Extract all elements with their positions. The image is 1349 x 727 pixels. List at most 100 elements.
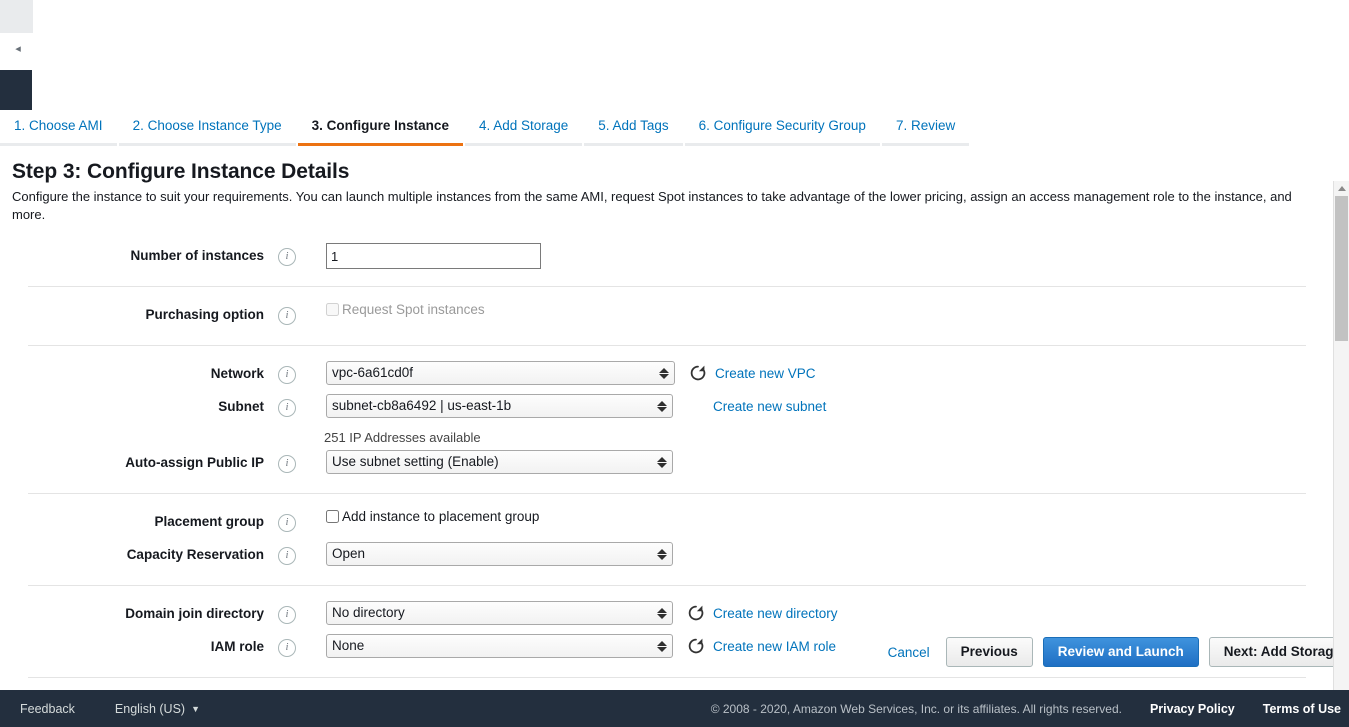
label-domain-join-directory: Domain join directory	[125, 606, 264, 621]
chevron-updown-icon	[656, 543, 667, 565]
subnet-helper-row: 251 IP Addresses available	[28, 427, 1306, 445]
privacy-policy-link[interactable]: Privacy Policy	[1150, 702, 1235, 716]
sidebar-collapse-icon[interactable]: ◂	[10, 41, 26, 57]
create-new-directory-link[interactable]: Create new directory	[713, 606, 838, 621]
label-placement-group: Placement group	[154, 514, 264, 529]
form-group-instances: Number of instances i	[28, 228, 1306, 287]
info-icon-purchasing-option[interactable]: i	[278, 307, 296, 325]
control-iam-role: None Create new IAM role	[326, 634, 836, 658]
domain-join-directory-select[interactable]: No directory	[326, 601, 673, 625]
iam-role-value: None	[332, 638, 365, 653]
domain-join-directory-value: No directory	[332, 605, 405, 620]
refresh-icon-domain-join-directory[interactable]	[687, 604, 705, 622]
iam-role-select[interactable]: None	[326, 634, 673, 658]
wizard-action-bar: Cancel Previous Review and Launch Next: …	[888, 637, 1349, 667]
tab-choose-instance-type[interactable]: 2. Choose Instance Type	[118, 118, 296, 146]
add-to-placement-group-label: Add instance to placement group	[342, 509, 540, 524]
scrollbar-thumb[interactable]	[1335, 196, 1348, 341]
field-auto-assign-public-ip: Auto-assign Public IP i Use subnet setti…	[28, 450, 1306, 478]
chevron-updown-icon	[656, 451, 667, 473]
label-auto-assign-public-ip: Auto-assign Public IP	[125, 455, 264, 470]
chevron-updown-icon	[656, 635, 667, 657]
scrollbar-up-arrow-icon[interactable]	[1334, 181, 1349, 195]
request-spot-instances-checkbox[interactable]	[326, 303, 339, 316]
field-placement-group: Placement group i Add instance to placem…	[28, 509, 1306, 537]
refresh-icon-iam-role[interactable]	[687, 637, 705, 655]
subnet-select-value: subnet-cb8a6492 | us-east-1b	[332, 398, 512, 413]
label-purchasing-option: Purchasing option	[145, 307, 264, 322]
wizard-tabbar: 1. Choose AMI 2. Choose Instance Type 3.…	[0, 118, 1349, 148]
subnet-ip-availability-text: 251 IP Addresses available	[324, 430, 481, 445]
page-description: Configure the instance to suit your requ…	[12, 189, 1292, 222]
add-to-placement-group-checkbox-wrapper[interactable]: Add instance to placement group	[326, 509, 539, 524]
create-new-vpc-link[interactable]: Create new VPC	[715, 366, 816, 381]
subnet-select[interactable]: subnet-cb8a6492 | us-east-1b	[326, 394, 673, 418]
network-select-value: vpc-6a61cd0f	[332, 365, 414, 380]
tab-review[interactable]: 7. Review	[881, 118, 970, 146]
field-subnet: Subnet i subnet-cb8a6492 | us-east-1b Cr…	[28, 394, 1306, 422]
request-spot-instances-label: Request Spot instances	[342, 302, 485, 317]
tab-choose-ami[interactable]: 1. Choose AMI	[0, 118, 117, 146]
info-icon-auto-assign-public-ip[interactable]: i	[278, 455, 296, 473]
chevron-updown-icon	[656, 602, 667, 624]
info-icon-subnet[interactable]: i	[278, 399, 296, 417]
add-to-placement-group-checkbox[interactable]	[326, 510, 339, 523]
tab-configure-instance[interactable]: 3. Configure Instance	[297, 118, 463, 146]
label-number-of-instances: Number of instances	[130, 248, 264, 263]
language-selector-label: English (US)	[114, 701, 186, 716]
control-subnet: subnet-cb8a6492 | us-east-1b Create new …	[326, 394, 826, 418]
field-domain-join-directory: Domain join directory i No directory Cre…	[28, 601, 1306, 629]
review-and-launch-button[interactable]: Review and Launch	[1042, 637, 1199, 667]
request-spot-instances-checkbox-wrapper[interactable]: Request Spot instances	[326, 302, 485, 317]
create-new-iam-role-link[interactable]: Create new IAM role	[713, 639, 836, 654]
form-group-purchasing: Purchasing option i Request Spot instanc…	[28, 287, 1306, 346]
chevron-updown-icon	[658, 362, 669, 384]
capacity-reservation-select[interactable]: Open	[326, 542, 673, 566]
previous-button[interactable]: Previous	[945, 637, 1033, 667]
network-select[interactable]: vpc-6a61cd0f	[326, 361, 675, 385]
info-icon-capacity-reservation[interactable]: i	[278, 547, 296, 565]
form-group-network: Network i vpc-6a61cd0f Create new VPC Su…	[28, 346, 1306, 494]
auto-assign-public-ip-select[interactable]: Use subnet setting (Enable)	[326, 450, 673, 474]
number-of-instances-input[interactable]	[326, 243, 541, 269]
cancel-button[interactable]: Cancel	[888, 645, 930, 660]
copyright-text: © 2008 - 2020, Amazon Web Services, Inc.…	[710, 701, 1122, 716]
control-domain-join-directory: No directory Create new directory	[326, 601, 838, 625]
field-capacity-reservation: Capacity Reservation i Open	[28, 542, 1306, 570]
configure-instance-form: Number of instances i Purchasing option …	[0, 228, 1334, 678]
chevron-updown-icon	[656, 395, 667, 417]
page-title: Step 3: Configure Instance Details	[12, 160, 350, 183]
refresh-icon-network[interactable]	[689, 364, 707, 382]
terms-of-use-link[interactable]: Terms of Use	[1263, 702, 1341, 716]
page-scrollbar[interactable]	[1333, 181, 1349, 690]
field-network: Network i vpc-6a61cd0f Create new VPC	[28, 361, 1306, 389]
next-add-storage-button[interactable]: Next: Add Storage	[1208, 637, 1349, 667]
control-placement-group: Add instance to placement group	[326, 509, 539, 524]
label-capacity-reservation: Capacity Reservation	[126, 547, 264, 562]
tab-add-tags[interactable]: 5. Add Tags	[584, 118, 683, 146]
console-nav-block	[0, 70, 32, 110]
control-auto-assign-public-ip: Use subnet setting (Enable)	[326, 450, 673, 474]
info-icon-iam-role[interactable]: i	[278, 639, 296, 657]
language-selector[interactable]: English (US) ▼	[115, 702, 200, 716]
tab-add-storage[interactable]: 4. Add Storage	[464, 118, 583, 146]
tab-configure-security-group[interactable]: 6. Configure Security Group	[684, 118, 880, 146]
control-network: vpc-6a61cd0f Create new VPC	[326, 361, 816, 385]
create-new-subnet-link[interactable]: Create new subnet	[713, 399, 826, 414]
control-purchasing-option: Request Spot instances	[326, 302, 485, 317]
info-icon-network[interactable]: i	[278, 366, 296, 384]
info-icon-placement-group[interactable]: i	[278, 514, 296, 532]
info-icon-number-of-instances[interactable]: i	[278, 248, 296, 266]
label-subnet: Subnet	[218, 399, 264, 414]
capacity-reservation-value: Open	[332, 546, 366, 561]
form-group-placement: Placement group i Add instance to placem…	[28, 494, 1306, 586]
chevron-down-icon: ▼	[191, 703, 200, 714]
console-chrome-block	[0, 0, 33, 33]
field-purchasing-option: Purchasing option i Request Spot instanc…	[28, 302, 1306, 330]
info-icon-domain-join-directory[interactable]: i	[278, 606, 296, 624]
label-network: Network	[210, 366, 264, 381]
feedback-link[interactable]: Feedback	[20, 702, 75, 716]
label-iam-role: IAM role	[210, 639, 264, 654]
page-footer: Feedback English (US) ▼ © 2008 - 2020, A…	[0, 690, 1349, 727]
auto-assign-public-ip-value: Use subnet setting (Enable)	[332, 454, 499, 469]
